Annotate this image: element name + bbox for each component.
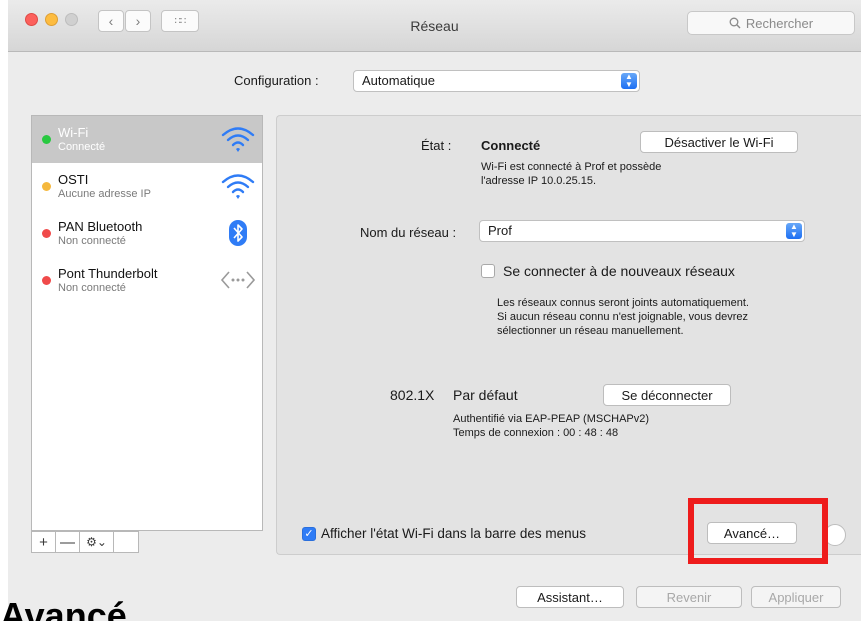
state-label: État :	[421, 138, 452, 153]
search-icon	[729, 17, 741, 29]
search-field[interactable]: Rechercher	[687, 11, 855, 35]
service-status: Non connecté	[58, 235, 126, 247]
service-name: OSTI	[58, 172, 89, 187]
add-service-button[interactable]: +	[32, 532, 56, 552]
bluetooth-icon	[220, 217, 256, 249]
service-name: PAN Bluetooth	[58, 219, 143, 234]
state-description-line-2: l'adresse IP 10.0.25.15.	[481, 175, 597, 187]
join-new-networks-checkbox[interactable]	[481, 264, 495, 278]
remove-service-button[interactable]: —	[56, 532, 80, 552]
service-name: Pont Thunderbolt	[58, 266, 158, 281]
disconnect-button[interactable]: Se déconnecter	[603, 384, 731, 406]
service-item-pan-bluetooth[interactable]: PAN Bluetooth Non connecté	[32, 210, 262, 257]
state-value: Connecté	[481, 138, 541, 153]
dot1x-profile: Par défaut	[453, 387, 518, 403]
toggle-wifi-button[interactable]: Désactiver le Wi-Fi	[640, 131, 798, 153]
show-wifi-status-label: Afficher l'état Wi-Fi dans la barre des …	[321, 526, 586, 541]
apply-button[interactable]: Appliquer	[751, 586, 841, 608]
show-wifi-status-checkbox[interactable]: ✓	[302, 527, 316, 541]
status-dot	[42, 135, 51, 144]
network-name-popup[interactable]: Prof ▲ ▼	[479, 220, 805, 242]
thunderbolt-bridge-icon	[220, 264, 256, 296]
service-item-wifi[interactable]: Wi-Fi Connecté	[32, 116, 262, 163]
service-status: Connecté	[58, 141, 106, 153]
wifi-icon	[220, 170, 256, 202]
state-description-line-1: Wi-Fi est connecté à Prof et possède	[481, 161, 662, 173]
revert-button[interactable]: Revenir	[636, 586, 742, 608]
join-new-networks-label: Se connecter à de nouveaux réseaux	[503, 263, 735, 279]
connection-time: Temps de connexion : 00 : 48 : 48	[453, 427, 619, 439]
configuration-value: Automatique	[362, 73, 435, 88]
minus-icon: —	[60, 533, 75, 551]
action-menu-button[interactable]: ⚙⌄	[80, 532, 114, 552]
status-dot	[42, 182, 51, 191]
plus-icon: +	[39, 533, 48, 551]
configuration-popup[interactable]: Automatique ▲ ▼	[353, 70, 640, 92]
popup-arrows-icon: ▲ ▼	[621, 73, 637, 89]
service-list[interactable]: Wi-Fi Connecté OSTI Aucune adresse IP PA…	[31, 115, 263, 531]
join-description-line-1: Les réseaux connus seront joints automat…	[497, 297, 749, 309]
service-status: Non connecté	[58, 282, 126, 294]
network-name-value: Prof	[488, 223, 512, 238]
service-item-thunderbolt-bridge[interactable]: Pont Thunderbolt Non connecté	[32, 257, 262, 304]
service-item-osti[interactable]: OSTI Aucune adresse IP	[32, 163, 262, 210]
service-list-toolbar: + — ⚙⌄	[31, 531, 139, 553]
assistant-button[interactable]: Assistant…	[516, 586, 624, 608]
caption-heading: Avancé	[0, 595, 127, 621]
configuration-label: Configuration :	[234, 73, 319, 88]
status-dot	[42, 276, 51, 285]
join-description-line-3: sélectionner un réseau manuellement.	[497, 325, 684, 337]
checkmark-icon: ✓	[304, 528, 314, 540]
search-placeholder: Rechercher	[745, 15, 814, 31]
status-dot	[42, 229, 51, 238]
network-name-label: Nom du réseau :	[360, 225, 457, 240]
service-status: Aucune adresse IP	[58, 188, 151, 200]
gear-icon: ⚙⌄	[86, 535, 107, 549]
dot1x-label: 802.1X	[390, 387, 435, 403]
join-description-line-2: Si aucun réseau connu n'est joignable, v…	[497, 311, 748, 323]
service-name: Wi-Fi	[58, 125, 89, 140]
highlight-annotation-box	[688, 498, 828, 564]
title-bar: ‹ › ∷∷ Réseau Rechercher	[8, 0, 861, 52]
auth-description: Authentifié via EAP-PEAP (MSCHAPv2)	[453, 413, 650, 425]
wifi-icon	[220, 123, 256, 155]
popup-arrows-icon: ▲ ▼	[786, 223, 802, 239]
